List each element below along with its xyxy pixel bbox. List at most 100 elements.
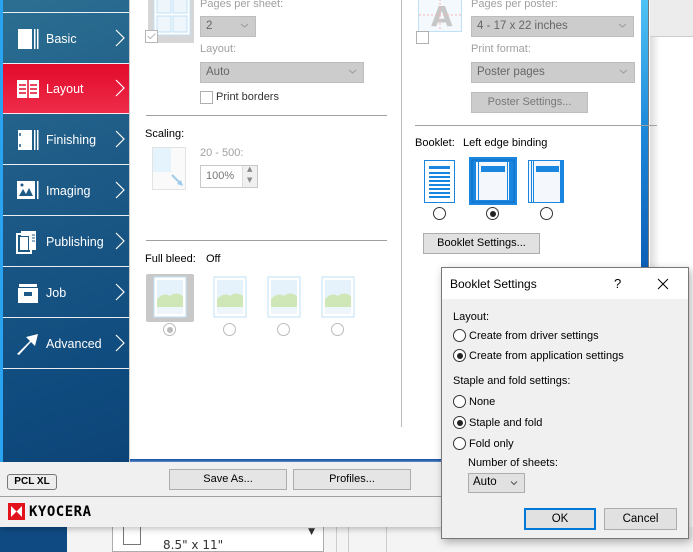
pages-per-sheet-select[interactable]: 2 (200, 16, 256, 37)
radio-button[interactable] (453, 395, 466, 408)
spin-down-icon[interactable]: ▼ (247, 176, 252, 184)
advanced-icon (17, 334, 38, 355)
sidebar-item-layout[interactable]: Layout (3, 64, 129, 114)
booklet-settings-button[interactable]: Booklet Settings... (423, 233, 540, 254)
chevron-right-icon (115, 283, 125, 301)
full-bleed-radio[interactable] (277, 323, 290, 336)
poster-settings-button[interactable]: Poster Settings... (471, 92, 588, 113)
separator (146, 240, 387, 241)
divider (386, 527, 387, 552)
chevron-right-icon (115, 79, 125, 97)
radio-create-from-driver[interactable]: Create from driver settings (453, 329, 599, 342)
kyocera-logo-icon (8, 503, 25, 520)
sidebar-item-label: Basic (46, 31, 77, 46)
radio-fold-only[interactable]: Fold only (453, 437, 514, 450)
bleed-option-4-icon[interactable] (314, 274, 362, 322)
ok-button[interactable]: OK (524, 508, 596, 530)
scaling-spinbox[interactable]: 100% ▲ ▼ (200, 165, 258, 188)
chevron-right-icon (115, 181, 125, 199)
pages-per-poster-label: Pages per poster: (471, 0, 558, 10)
poster-checkbox[interactable] (416, 31, 429, 44)
separator (146, 115, 387, 116)
spin-buttons[interactable]: ▲ ▼ (242, 165, 257, 187)
sidebar-item-job[interactable]: Job (3, 268, 129, 318)
radio-create-from-application[interactable]: Create from application settings (453, 349, 624, 362)
pages-per-sheet-checkbox[interactable] (145, 30, 158, 43)
radio-staple-and-fold[interactable]: Staple and fold (453, 416, 542, 429)
background-window-edge (641, 0, 693, 267)
pcl-xl-badge: PCL XL (7, 474, 57, 490)
scaling-range-label: 20 - 500: (200, 147, 244, 159)
booklet-right-binding-icon[interactable] (528, 160, 564, 204)
layout-label: Layout: (200, 43, 237, 55)
radio-button[interactable] (453, 349, 466, 362)
divider (348, 527, 349, 552)
print-format-select[interactable]: Poster pages (471, 62, 635, 83)
pages-per-poster-select[interactable]: 4 - 17 x 22 inches (471, 16, 634, 37)
booklet-label: Booklet: (415, 137, 455, 149)
chevron-right-icon (115, 29, 125, 47)
booklet-radio[interactable] (486, 207, 499, 220)
layout-section-label: Layout: (453, 311, 490, 323)
radio-button[interactable] (453, 329, 466, 342)
bleed-option-3-icon[interactable] (260, 274, 308, 322)
booklet-left-binding-icon[interactable] (469, 157, 517, 205)
radio-label: None (469, 395, 496, 408)
layout-icon (17, 80, 39, 98)
pages-per-poster-value: 4 - 17 x 22 inches (477, 20, 568, 32)
sidebar-item-publishing[interactable]: Publishing (3, 217, 129, 267)
sidebar-item-advanced[interactable]: Advanced (3, 319, 129, 369)
separator (415, 125, 657, 126)
close-icon[interactable] (656, 277, 670, 291)
chevron-down-icon (619, 69, 628, 74)
sidebar-item-label: Publishing (46, 234, 104, 249)
column-divider (401, 0, 402, 427)
sidebar-item-basic[interactable]: Basic (3, 14, 129, 64)
full-bleed-radio[interactable] (331, 323, 344, 336)
booklet-radio[interactable] (540, 207, 553, 220)
full-bleed-radio[interactable] (163, 323, 176, 336)
radio-none[interactable]: None (453, 395, 495, 408)
scaling-label: Scaling: (145, 128, 185, 140)
booklet-radio[interactable] (433, 207, 446, 220)
job-icon (18, 284, 38, 303)
radio-button[interactable] (453, 416, 466, 429)
dialog-footer: PCL XL Save As... Profiles... KYOCERA (0, 462, 441, 527)
imaging-icon (17, 181, 39, 199)
radio-label: Create from application settings (469, 349, 624, 362)
pages-per-sheet-value: 2 (206, 20, 213, 32)
booklet-off-icon[interactable] (424, 160, 457, 204)
layout-select[interactable]: Auto (200, 62, 364, 83)
print-borders-checkbox[interactable] (200, 91, 213, 104)
spin-up-icon[interactable]: ▲ (247, 165, 252, 173)
title-bar: Booklet Settings ? (442, 268, 688, 299)
scaling-icon (152, 147, 186, 190)
dialog-title: Booklet Settings (450, 277, 537, 291)
sidebar-item-imaging[interactable]: Imaging (3, 166, 129, 216)
save-as-button[interactable]: Save As... (169, 469, 287, 490)
chevron-right-icon (115, 232, 125, 250)
divider (336, 527, 337, 552)
bleed-off-icon[interactable] (146, 274, 194, 322)
scrollbar[interactable] (641, 0, 649, 267)
full-bleed-radio[interactable] (223, 323, 236, 336)
sidebar-item-top[interactable] (3, 0, 129, 13)
full-bleed-value: Off (206, 253, 221, 265)
brand-name: KYOCERA (29, 503, 92, 520)
sidebar: Basic Layout Finishing Imaging Publishin… (0, 0, 129, 462)
cancel-button[interactable]: Cancel (604, 508, 677, 530)
basic-icon (18, 29, 39, 49)
publishing-icon (16, 231, 36, 254)
radio-button[interactable] (453, 437, 466, 450)
help-button[interactable]: ? (614, 276, 621, 291)
sidebar-item-label: Finishing (46, 132, 97, 147)
bleed-option-2-icon[interactable] (206, 274, 254, 322)
kyocera-logo: KYOCERA (8, 503, 92, 520)
printer-properties-dialog: Basic Layout Finishing Imaging Publishin… (0, 0, 657, 527)
sidebar-item-finishing[interactable]: Finishing (3, 115, 129, 165)
number-of-sheets-select[interactable]: Auto (468, 473, 525, 493)
pages-per-sheet-label: Pages per sheet: (200, 0, 284, 10)
background-blue-panel (0, 527, 67, 552)
profiles-button[interactable]: Profiles... (293, 469, 411, 490)
finishing-icon (18, 130, 39, 150)
